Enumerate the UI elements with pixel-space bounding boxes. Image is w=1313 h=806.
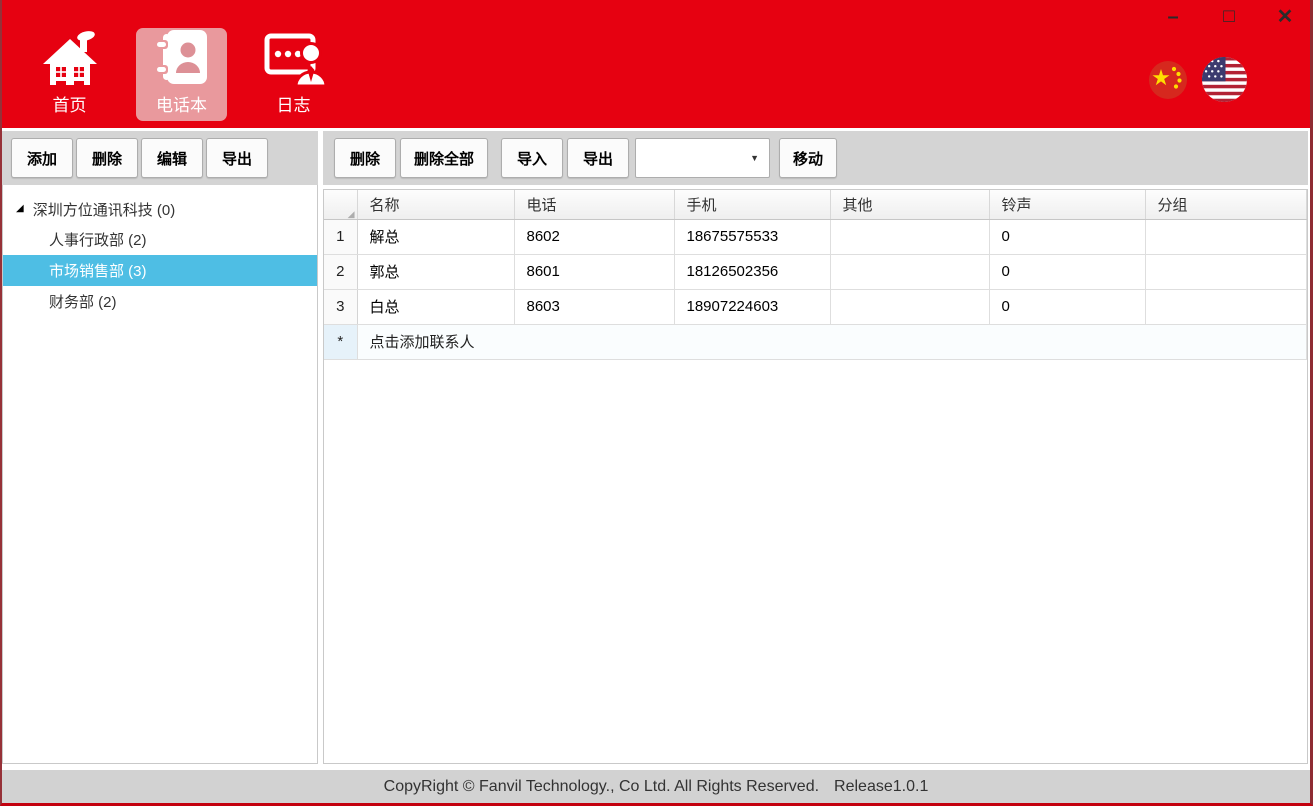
language-switcher: [1149, 57, 1247, 102]
log-icon: [263, 30, 325, 86]
maximize-button[interactable]: □: [1218, 6, 1240, 28]
tree-root-label: 深圳方位通讯科技 (0): [33, 199, 176, 220]
cell-group[interactable]: [1145, 219, 1307, 254]
cell-other[interactable]: [830, 254, 989, 289]
group-edit-button[interactable]: 编辑: [141, 138, 203, 178]
cell-mobile[interactable]: 18907224603: [674, 289, 830, 324]
app-window: – □ ✕ 首页: [0, 0, 1313, 806]
column-header-other[interactable]: 其他: [830, 190, 989, 219]
cell-other[interactable]: [830, 289, 989, 324]
contact-delete-all-button[interactable]: 删除全部: [400, 138, 488, 178]
release-version: Release1.0.1: [834, 778, 928, 796]
cell-other[interactable]: [830, 219, 989, 254]
select-all-corner[interactable]: ◢: [324, 190, 357, 219]
cell-ringtone[interactable]: 0: [989, 289, 1145, 324]
main-nav: 首页 电话本: [24, 28, 339, 121]
move-target-group-select[interactable]: ▼: [635, 138, 770, 178]
china-flag-icon[interactable]: [1149, 61, 1187, 99]
cell-phone[interactable]: 8603: [514, 289, 674, 324]
copyright-text: CopyRight © Fanvil Technology., Co Ltd. …: [384, 778, 819, 796]
cell-phone[interactable]: 8602: [514, 219, 674, 254]
nav-item-home[interactable]: 首页: [24, 28, 115, 121]
status-bar: CopyRight © Fanvil Technology., Co Ltd. …: [2, 770, 1310, 803]
cell-phone[interactable]: 8601: [514, 254, 674, 289]
tree-item-sales-dept[interactable]: 市场销售部 (3): [3, 255, 317, 286]
tree-item-label: 市场销售部 (3): [49, 260, 147, 281]
contact-delete-button[interactable]: 删除: [334, 138, 396, 178]
tree-item-label: 财务部 (2): [49, 291, 117, 312]
cell-ringtone[interactable]: 0: [989, 254, 1145, 289]
group-toolbar: 添加 删除 编辑 导出: [2, 131, 318, 185]
cell-name[interactable]: 解总: [357, 219, 514, 254]
cell-mobile[interactable]: 18126502356: [674, 254, 830, 289]
table-row[interactable]: 1 解总 8602 18675575533 0: [324, 219, 1307, 254]
chevron-down-icon: ▼: [750, 153, 759, 163]
group-export-button[interactable]: 导出: [206, 138, 268, 178]
add-contact-row[interactable]: * 点击添加联系人: [324, 324, 1307, 359]
tree-item-finance-dept[interactable]: 财务部 (2): [3, 286, 317, 317]
column-header-name[interactable]: 名称: [357, 190, 514, 219]
group-add-button[interactable]: 添加: [11, 138, 73, 178]
row-header[interactable]: 3: [324, 289, 357, 324]
table-row[interactable]: 2 郭总 8601 18126502356 0: [324, 254, 1307, 289]
cell-name[interactable]: 白总: [357, 289, 514, 324]
corner-triangle-icon: ◢: [348, 210, 355, 219]
cell-group[interactable]: [1145, 254, 1307, 289]
minimize-button[interactable]: –: [1162, 6, 1184, 28]
cell-mobile[interactable]: 18675575533: [674, 219, 830, 254]
cell-group[interactable]: [1145, 289, 1307, 324]
group-panel: 添加 删除 编辑 导出 ◢ 深圳方位通讯科技 (0) 人事行政部 (2) 市场销…: [2, 131, 318, 764]
column-header-group[interactable]: 分组: [1145, 190, 1307, 219]
usa-flag-icon[interactable]: [1202, 57, 1247, 102]
contact-export-button[interactable]: 导出: [567, 138, 629, 178]
nav-item-log[interactable]: 日志: [248, 28, 339, 121]
group-tree: ◢ 深圳方位通讯科技 (0) 人事行政部 (2) 市场销售部 (3) 财务部 (…: [2, 185, 318, 764]
column-header-ringtone[interactable]: 铃声: [989, 190, 1145, 219]
new-row-marker: *: [324, 324, 357, 359]
app-header: – □ ✕ 首页: [2, 0, 1310, 128]
tree-item-label: 人事行政部 (2): [49, 229, 147, 250]
phonebook-icon: [155, 28, 209, 86]
cell-ringtone[interactable]: 0: [989, 219, 1145, 254]
column-header-mobile[interactable]: 手机: [674, 190, 830, 219]
grid-header-row: ◢ 名称 电话 手机 其他 铃声 分组: [324, 190, 1307, 219]
tree-item-hr-dept[interactable]: 人事行政部 (2): [3, 224, 317, 255]
add-contact-placeholder[interactable]: 点击添加联系人: [357, 324, 1307, 359]
group-delete-button[interactable]: 删除: [76, 138, 138, 178]
row-header[interactable]: 2: [324, 254, 357, 289]
content-area: 添加 删除 编辑 导出 ◢ 深圳方位通讯科技 (0) 人事行政部 (2) 市场销…: [2, 128, 1310, 770]
contact-import-button[interactable]: 导入: [501, 138, 563, 178]
window-controls: – □ ✕: [1162, 6, 1296, 28]
tree-expander-icon[interactable]: ◢: [16, 203, 24, 214]
nav-item-phonebook[interactable]: 电话本: [136, 28, 227, 121]
table-row[interactable]: 3 白总 8603 18907224603 0: [324, 289, 1307, 324]
contacts-toolbar: 删除 删除全部 导入 导出 ▼ 移动: [323, 131, 1308, 185]
cell-name[interactable]: 郭总: [357, 254, 514, 289]
home-icon: [41, 31, 99, 86]
row-header[interactable]: 1: [324, 219, 357, 254]
contact-move-button[interactable]: 移动: [779, 138, 837, 178]
contacts-grid: ◢ 名称 电话 手机 其他 铃声 分组 1 解总: [323, 189, 1308, 764]
nav-phonebook-label: 电话本: [156, 91, 207, 116]
tree-root-company[interactable]: ◢ 深圳方位通讯科技 (0): [3, 194, 317, 224]
nav-log-label: 日志: [277, 91, 311, 116]
nav-home-label: 首页: [53, 91, 87, 116]
close-button[interactable]: ✕: [1274, 6, 1296, 28]
contacts-panel: 删除 删除全部 导入 导出 ▼ 移动: [323, 131, 1308, 764]
column-header-phone[interactable]: 电话: [514, 190, 674, 219]
